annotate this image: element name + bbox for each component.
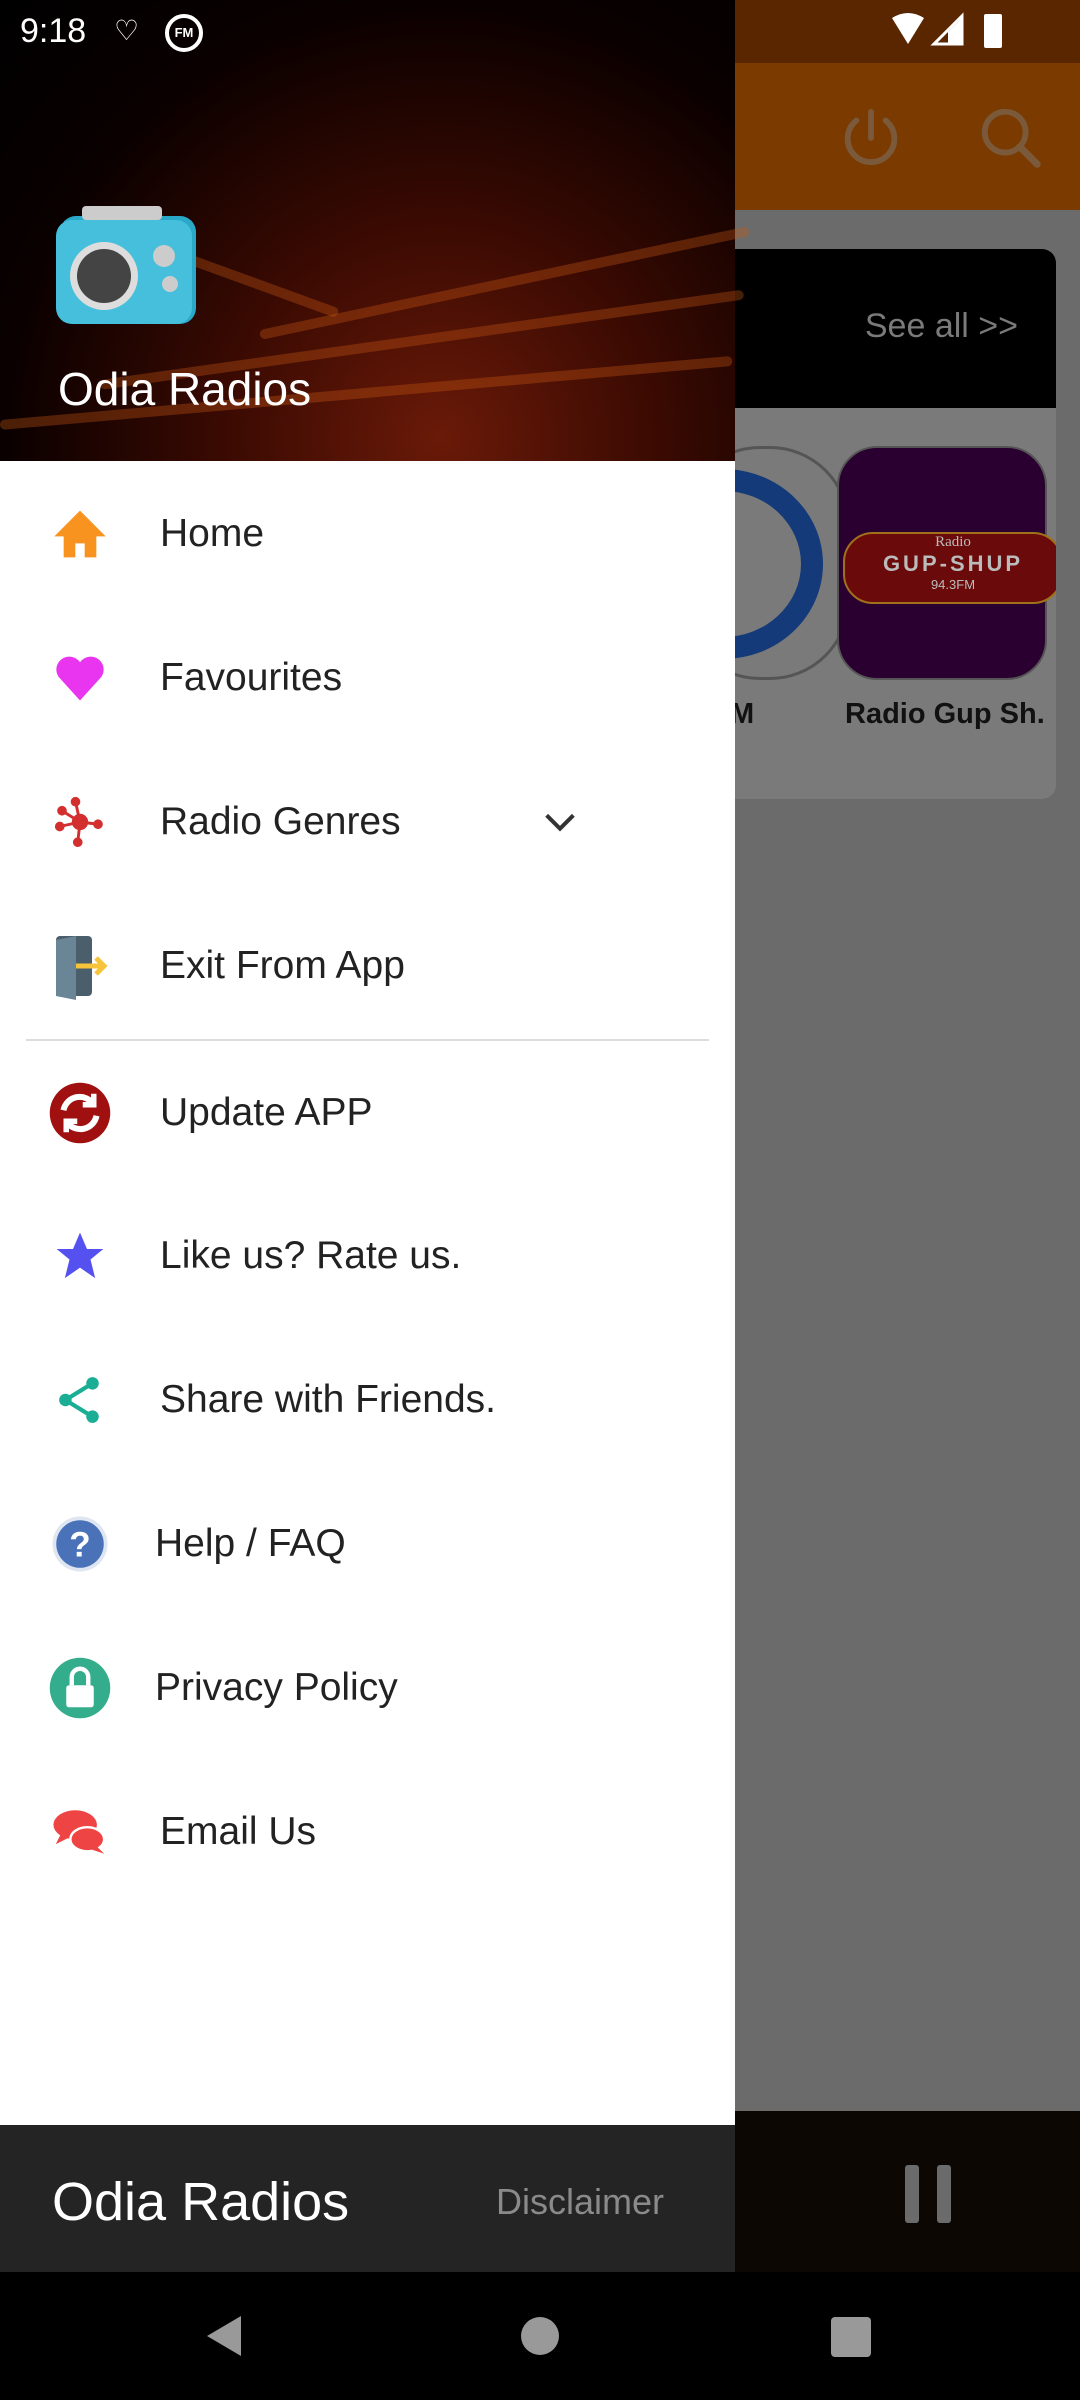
exit-door-icon xyxy=(46,932,114,1000)
menu-label: Radio Genres xyxy=(160,800,401,843)
system-nav-bar xyxy=(0,2272,1080,2400)
search-icon[interactable] xyxy=(976,103,1046,173)
menu-label: Help / FAQ xyxy=(155,1522,346,1565)
notification-icon: ♡ xyxy=(114,15,140,46)
menu-item-radio-genres[interactable]: Radio Genres xyxy=(0,750,735,894)
menu-label: Email Us xyxy=(160,1810,317,1853)
star-icon xyxy=(46,1222,114,1290)
svg-text:?: ? xyxy=(69,1526,90,1565)
menu-label: Share with Friends. xyxy=(160,1378,496,1421)
fm-icon: FM xyxy=(165,14,203,52)
update-icon xyxy=(46,1079,114,1147)
menu-label: Favourites xyxy=(160,656,343,699)
status-time: 9:18 xyxy=(20,12,87,50)
back-icon[interactable] xyxy=(205,2314,245,2358)
pause-icon[interactable] xyxy=(905,2165,955,2223)
help-icon: ? xyxy=(46,1510,114,1578)
drawer-header: 9:18 ♡ FM Odia Radios xyxy=(0,0,751,461)
menu-item-update[interactable]: Update APP xyxy=(0,1041,735,1185)
menu-item-share[interactable]: Share with Friends. xyxy=(0,1328,735,1472)
menu-item-rate[interactable]: Like us? Rate us. xyxy=(0,1184,735,1328)
battery-icon xyxy=(984,14,1002,48)
genres-icon xyxy=(46,788,114,856)
menu-label: Update APP xyxy=(160,1091,373,1134)
radio-logo-icon xyxy=(56,206,196,324)
menu-item-home[interactable]: Home xyxy=(0,462,735,606)
menu-item-exit[interactable]: Exit From App xyxy=(0,894,735,1038)
logo-text: GUP-SHUP xyxy=(882,551,1024,576)
gupshup-badge: Radio GUP-SHUP 94.3FM xyxy=(843,532,1056,604)
footer-app-title: Odia Radios xyxy=(52,2172,350,2232)
drawer-footer: Odia Radios Disclaimer xyxy=(0,2125,735,2272)
drawer-app-title: Odia Radios xyxy=(58,363,312,415)
power-icon[interactable] xyxy=(836,103,906,173)
menu-label: Exit From App xyxy=(160,944,405,987)
recents-icon[interactable] xyxy=(831,2317,871,2357)
menu-item-favourites[interactable]: Favourites xyxy=(0,606,735,750)
logo-text: Radio xyxy=(935,534,971,550)
menu-label: Like us? Rate us. xyxy=(160,1234,462,1277)
see-all-link[interactable]: See all >> xyxy=(865,307,1018,346)
station-name[interactable]: Radio Gup Sh. xyxy=(845,698,1045,731)
heart-icon xyxy=(46,644,114,712)
menu-label: Home xyxy=(160,512,265,555)
lock-icon xyxy=(46,1654,114,1722)
home-icon xyxy=(46,500,114,568)
logo-text: 94.3FM xyxy=(930,577,976,592)
home-nav-icon[interactable] xyxy=(521,2317,559,2355)
station-logo-gupshup[interactable]: Radio GUP-SHUP 94.3FM xyxy=(837,446,1056,680)
navigation-drawer: 9:18 ♡ FM Odia Radios Home Favourites Ra… xyxy=(0,0,751,2272)
menu-label: Privacy Policy xyxy=(155,1666,398,1709)
menu-item-privacy[interactable]: Privacy Policy xyxy=(0,1616,735,1760)
chat-icon xyxy=(46,1798,114,1866)
disclaimer-link[interactable]: Disclaimer xyxy=(496,2181,664,2223)
menu-item-help[interactable]: ? Help / FAQ xyxy=(0,1472,735,1616)
share-icon xyxy=(46,1366,114,1434)
menu-item-email[interactable]: Email Us xyxy=(0,1760,735,1904)
chevron-down-icon[interactable] xyxy=(540,802,580,842)
